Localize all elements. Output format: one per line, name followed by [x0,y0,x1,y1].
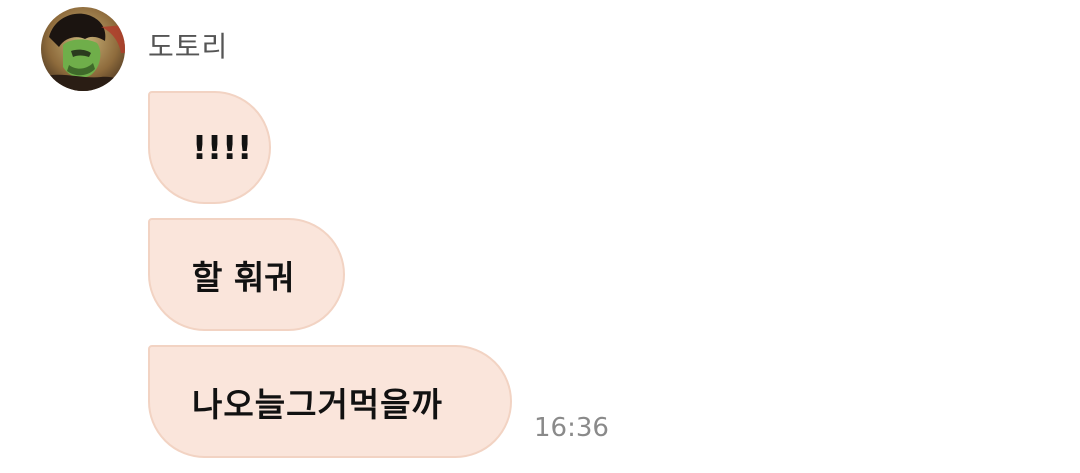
message-timestamp: 16:36 [534,413,609,443]
avatar-image [41,7,125,91]
avatar[interactable] [41,7,125,91]
message-bubble[interactable]: !!!! [148,91,271,204]
message-text: 할 훠궈 [192,257,295,297]
message-text: 나오늘그거먹을까 [192,384,443,424]
message-bubble[interactable]: 할 훠궈 [148,218,345,331]
sender-name: 도토리 [148,30,229,63]
message-text: !!!! [192,128,253,167]
chat-message-group: 도토리 !!!! 할 훠궈 나오늘그거먹을까 16:36 [0,0,1080,473]
message-bubble[interactable]: 나오늘그거먹을까 [148,345,512,458]
